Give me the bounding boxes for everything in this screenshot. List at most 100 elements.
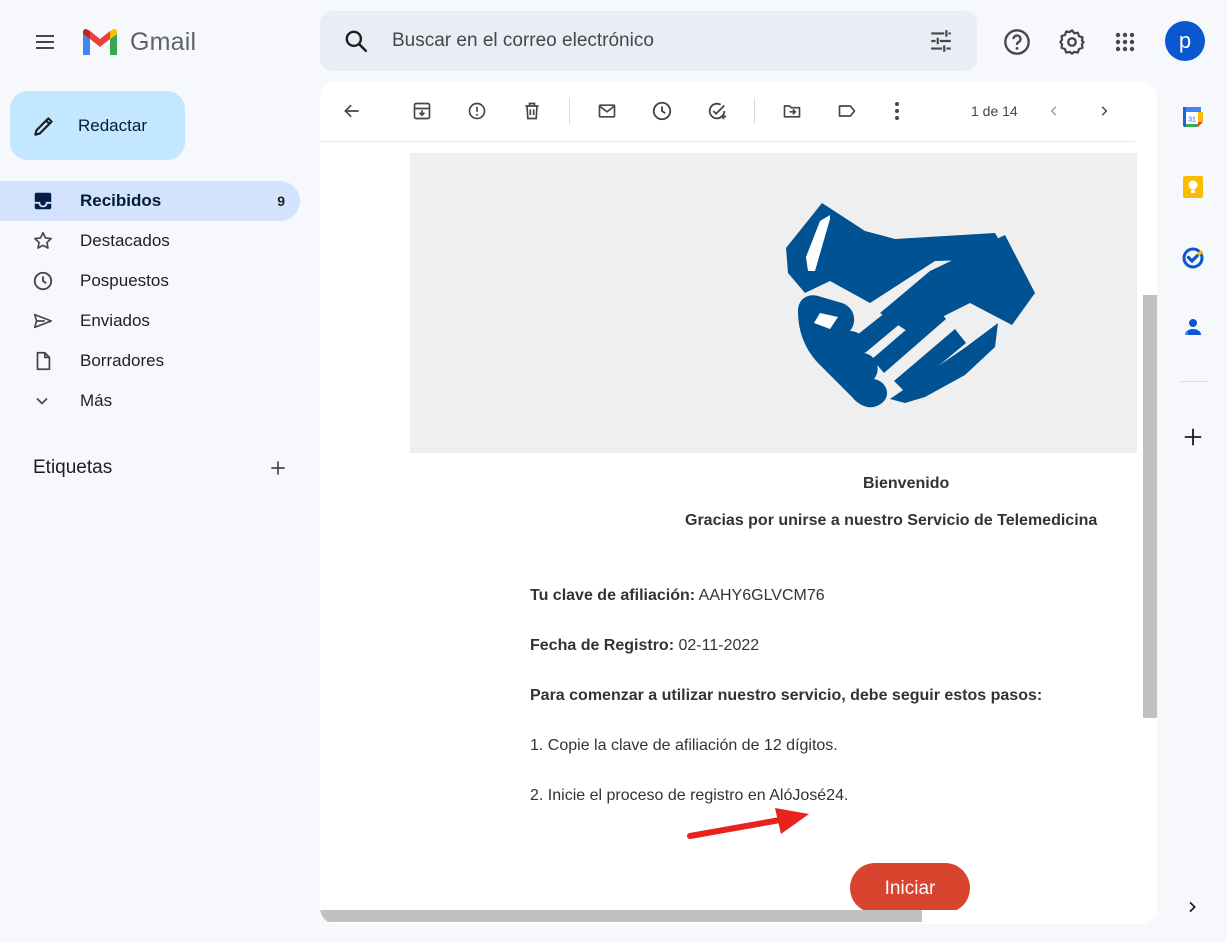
handshake-icon xyxy=(786,203,1035,408)
more-vert-icon xyxy=(895,102,899,120)
report-spam-button[interactable] xyxy=(457,91,497,131)
sidebar-item-label: Recibidos xyxy=(80,191,162,210)
settings-button[interactable] xyxy=(1051,21,1093,63)
archive-button[interactable] xyxy=(402,91,442,131)
sidebar-item-label: Pospuestos xyxy=(80,271,169,290)
vertical-scrollbar[interactable] xyxy=(1143,295,1157,718)
menu-icon xyxy=(36,35,54,49)
help-icon xyxy=(1004,29,1030,55)
inbox-icon xyxy=(0,181,80,221)
back-button[interactable] xyxy=(332,91,372,131)
affiliation-key-line: Tu clave de afiliación: AAHY6GLVCM76 xyxy=(530,587,825,605)
sidebar-item-label: Más xyxy=(80,391,113,410)
thanks-heading: Gracias por unirse a nuestro Servicio de… xyxy=(685,512,1098,529)
app-name: Gmail xyxy=(130,27,197,56)
tasks-app-button[interactable] xyxy=(1177,241,1209,273)
welcome-heading: Bienvenido xyxy=(863,475,950,492)
sidebar-item-label: Enviados xyxy=(80,311,150,330)
contacts-icon xyxy=(1185,319,1201,335)
search-icon xyxy=(345,30,368,53)
chevron-right-icon xyxy=(1101,106,1108,116)
calendar-icon: 31 xyxy=(1183,107,1203,127)
account-avatar[interactable]: p xyxy=(1165,21,1205,61)
sidebar-item-drafts[interactable]: Borradores xyxy=(0,341,300,381)
search-options-button[interactable] xyxy=(905,11,977,71)
registration-date-line: Fecha de Registro: 02-11-2022 xyxy=(530,637,759,655)
tune-icon xyxy=(931,30,951,52)
chevron-down-icon xyxy=(0,381,80,421)
add-task-icon xyxy=(708,102,727,120)
trash-icon xyxy=(525,102,539,120)
label-button[interactable] xyxy=(827,91,867,131)
apps-button[interactable] xyxy=(1104,21,1146,63)
label-icon xyxy=(838,105,856,117)
apps-grid-icon xyxy=(1115,32,1135,52)
sidebar-item-sent[interactable]: Enviados xyxy=(0,301,300,341)
horizontal-scrollbar[interactable] xyxy=(320,910,922,922)
sidebar-item-more[interactable]: Más xyxy=(0,381,300,421)
tasks-icon xyxy=(1182,247,1204,269)
unread-count-badge: 9 xyxy=(277,193,285,209)
show-side-panel-button[interactable] xyxy=(1176,891,1208,923)
report-icon xyxy=(468,102,486,120)
get-addons-button[interactable] xyxy=(1177,421,1209,453)
sidebar-item-starred[interactable]: Destacados xyxy=(0,221,300,261)
move-folder-icon xyxy=(783,105,801,118)
sidebar-item-snoozed[interactable]: Pospuestos xyxy=(0,261,300,301)
add-label-button[interactable] xyxy=(262,452,294,484)
compose-button[interactable]: Redactar xyxy=(10,91,185,160)
help-button[interactable] xyxy=(996,21,1038,63)
gmail-m-icon xyxy=(83,28,117,55)
snooze-button[interactable] xyxy=(642,91,682,131)
newer-button[interactable] xyxy=(1034,91,1074,131)
search-bar[interactable] xyxy=(320,11,977,71)
clock-icon xyxy=(652,101,672,121)
delete-button[interactable] xyxy=(512,91,552,131)
email-hero-image xyxy=(410,153,1137,453)
compose-label: Redactar xyxy=(78,115,147,135)
gmail-logo[interactable]: Gmail xyxy=(80,24,196,60)
plus-icon xyxy=(271,461,285,475)
sidebar-item-label: Borradores xyxy=(80,351,165,370)
annotation-arrow-icon xyxy=(687,808,809,839)
add-to-tasks-button[interactable] xyxy=(697,91,737,131)
labels-heading: Etiquetas xyxy=(33,457,113,478)
star-icon xyxy=(0,221,80,261)
more-options-button[interactable] xyxy=(877,91,917,131)
older-button[interactable] xyxy=(1084,91,1124,131)
contacts-app-button[interactable] xyxy=(1177,311,1209,343)
sidebar-item-inbox[interactable]: Recibidos 9 xyxy=(0,181,300,221)
message-toolbar: 1 de 14 xyxy=(320,81,1157,141)
calendar-app-button[interactable]: 31 xyxy=(1177,101,1209,133)
gear-icon xyxy=(1059,29,1085,55)
pencil-icon xyxy=(10,91,78,160)
step-1: 1. Copie la clave de afiliación de 12 dí… xyxy=(530,737,838,754)
sidebar-item-label: Destacados xyxy=(80,231,170,250)
draft-icon xyxy=(0,341,80,381)
arrow-back-icon xyxy=(344,104,359,118)
send-icon xyxy=(0,301,80,341)
move-to-button[interactable] xyxy=(772,91,812,131)
start-button[interactable]: Iniciar xyxy=(850,863,970,913)
keep-icon xyxy=(1183,176,1203,198)
plus-icon xyxy=(1184,428,1202,446)
registration-date-value: 02-11-2022 xyxy=(678,637,760,654)
search-input[interactable] xyxy=(392,30,905,52)
rail-divider xyxy=(1180,381,1208,382)
registration-date-label: Fecha de Registro: xyxy=(530,637,675,654)
affiliation-key-label: Tu clave de afiliación: xyxy=(530,587,696,604)
svg-text:31: 31 xyxy=(1188,117,1196,124)
chevron-left-icon xyxy=(1050,106,1057,116)
archive-icon xyxy=(413,102,431,120)
steps-intro: Para comenzar a utilizar nuestro servici… xyxy=(530,687,1043,704)
search-button[interactable] xyxy=(320,11,392,71)
pagination-text: 1 de 14 xyxy=(971,103,1018,119)
toolbar-divider xyxy=(569,98,570,124)
mark-unread-button[interactable] xyxy=(587,91,627,131)
main-menu-button[interactable] xyxy=(24,22,66,62)
mail-icon xyxy=(598,104,616,118)
keep-app-button[interactable] xyxy=(1177,171,1209,203)
affiliation-key-value: AAHY6GLVCM76 xyxy=(698,587,825,604)
toolbar-divider-line xyxy=(320,141,1135,142)
chevron-right-icon xyxy=(1189,901,1196,913)
